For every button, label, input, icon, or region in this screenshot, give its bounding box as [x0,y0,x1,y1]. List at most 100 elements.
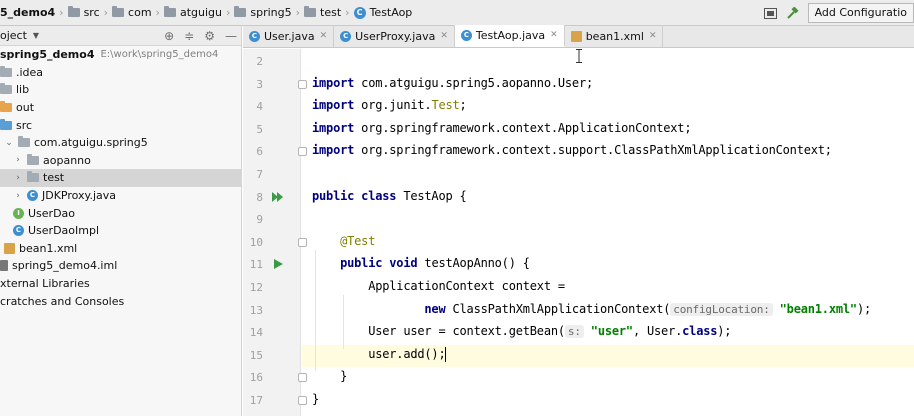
fold-marker-icon[interactable] [298,396,307,405]
add-configuration-button[interactable]: Add Configuratio [807,3,914,23]
editor-tab[interactable]: bean1.xml ✕ [565,25,664,47]
code-line: public void testAopAnno() { [312,256,530,270]
tree-item-label: lib [16,83,30,97]
tree-item[interactable]: out [0,99,241,117]
breadcrumb-file[interactable]: TestAop [370,6,413,19]
tree-item[interactable]: ⌄ com.atguigu.spring5 [0,134,241,152]
annotation-token: @Test [340,233,376,248]
minimize-icon[interactable]: — [225,29,237,43]
interface-icon: I [13,207,24,219]
line-number: 17 [249,394,263,407]
code-line: user.add(); [312,346,447,362]
folder-icon [234,6,247,17]
code-token: testAopAnno() { [417,256,530,271]
code-line: import org.springframework.context.Appli… [312,121,692,135]
keyword-token: import [312,75,355,90]
gear-icon[interactable]: ⚙ [204,29,215,43]
breadcrumb-item-test[interactable]: test [320,6,341,19]
close-icon[interactable]: ✕ [550,30,558,40]
keyword-token: class [682,324,718,339]
code-token: TestAop { [396,188,467,203]
chevron-down-icon[interactable]: ⌄ [4,138,14,148]
tree-item[interactable]: C UserDaoImpl [0,222,241,240]
run-all-icon[interactable] [272,191,284,203]
folder-icon [112,6,125,17]
hammer-icon[interactable] [786,6,800,20]
code-line: import org.junit.Test; [312,98,467,112]
breadcrumb-item-com[interactable]: com [128,6,152,19]
text-cursor-icon [576,49,582,63]
code-line: } [312,369,347,383]
tree-item[interactable]: cratches and Consoles [0,292,241,310]
tree-item-label: JDKProxy.java [42,189,117,203]
tree-item[interactable]: spring5_demo4 E:\work\spring5_demo4 [0,46,241,64]
keyword-token: public class [312,188,397,203]
package-icon [18,136,30,148]
fold-marker-icon[interactable] [298,147,307,157]
tree-item-label: aopanno [43,153,91,167]
code-editor[interactable]: 2 3 4 5 6 7 8 9 10 11 12 13 14 15 16 17 import com.atgu… [243,49,914,416]
tree-item[interactable]: xternal Libraries [0,275,241,293]
collapse-all-icon[interactable]: ≑ [184,29,194,43]
tree-item[interactable]: src [0,116,241,134]
navigation-bar: 5_demo4 › src › com › atguigu › spring5 … [0,0,914,26]
chevron-down-icon[interactable]: ▼ [33,31,39,40]
run-icon[interactable] [272,258,284,270]
editor-tab-label: bean1.xml [585,29,644,43]
code-token: org.springframework.context.support.Clas… [354,143,832,158]
chevron-right-icon[interactable]: › [13,191,23,201]
keyword-token: import [312,143,355,158]
parameter-hint: configLocation: [670,302,773,316]
tree-item[interactable]: I UserDao [0,204,241,222]
text-caret [445,346,447,362]
editor-tab[interactable]: C TestAop.java ✕ [454,25,565,47]
tree-item[interactable]: .idea [0,64,241,82]
fold-marker-icon[interactable] [298,373,307,383]
class-icon: C [340,30,352,42]
keyword-token: new [424,301,446,316]
code-line: User user = context.getBean(s: "user", U… [312,324,732,339]
chevron-right-icon[interactable]: › [13,173,23,183]
close-icon[interactable]: ✕ [649,31,657,41]
editor-tab[interactable]: C User.java ✕ [243,25,335,47]
tree-item-label: .idea [16,65,44,79]
code-token: ApplicationContext context = [368,279,565,293]
breadcrumb: 5_demo4 › src › com › atguigu › spring5 … [0,0,412,26]
breadcrumb-item-spring5[interactable]: spring5 [250,6,291,19]
tree-item[interactable]: › test [0,169,241,187]
tree-item[interactable]: › aopanno [0,152,241,170]
project-panel-title[interactable]: oject [0,29,27,42]
line-number: 4 [256,100,263,114]
line-number: 5 [256,122,263,136]
tree-item-label: UserDaoImpl [28,224,100,238]
window-icon[interactable] [764,6,778,20]
breadcrumb-item-atguigu[interactable]: atguigu [180,6,222,19]
line-number: 13 [249,303,263,317]
editor-tab[interactable]: C UserProxy.java ✕ [334,25,455,47]
breadcrumb-project[interactable]: 5_demo4 [0,6,55,19]
code-token: } [312,392,320,406]
tree-item[interactable]: lib [0,81,241,99]
folder-icon [163,6,176,17]
target-icon[interactable]: ⊕ [164,29,174,43]
fold-marker-icon[interactable] [298,79,307,89]
close-icon[interactable]: ✕ [320,31,328,41]
line-number: 9 [256,213,263,227]
chevron-right-icon[interactable]: › [13,155,23,165]
tree-item[interactable]: bean1.xml [0,240,241,258]
code-line: import org.springframework.context.suppo… [312,143,832,157]
close-icon[interactable]: ✕ [440,31,448,41]
chevron-right-icon: › [225,6,231,19]
fold-marker-icon[interactable] [298,237,307,247]
class-icon: C [13,225,24,237]
tree-item[interactable]: spring5_demo4.iml [0,257,241,275]
line-number: 3 [256,77,263,91]
editor-tab-label: UserProxy.java [355,29,436,43]
tree-item[interactable]: › C JDKProxy.java [0,187,241,205]
breadcrumb-item-src[interactable]: src [84,6,100,19]
tree-item-label: src [16,118,33,132]
